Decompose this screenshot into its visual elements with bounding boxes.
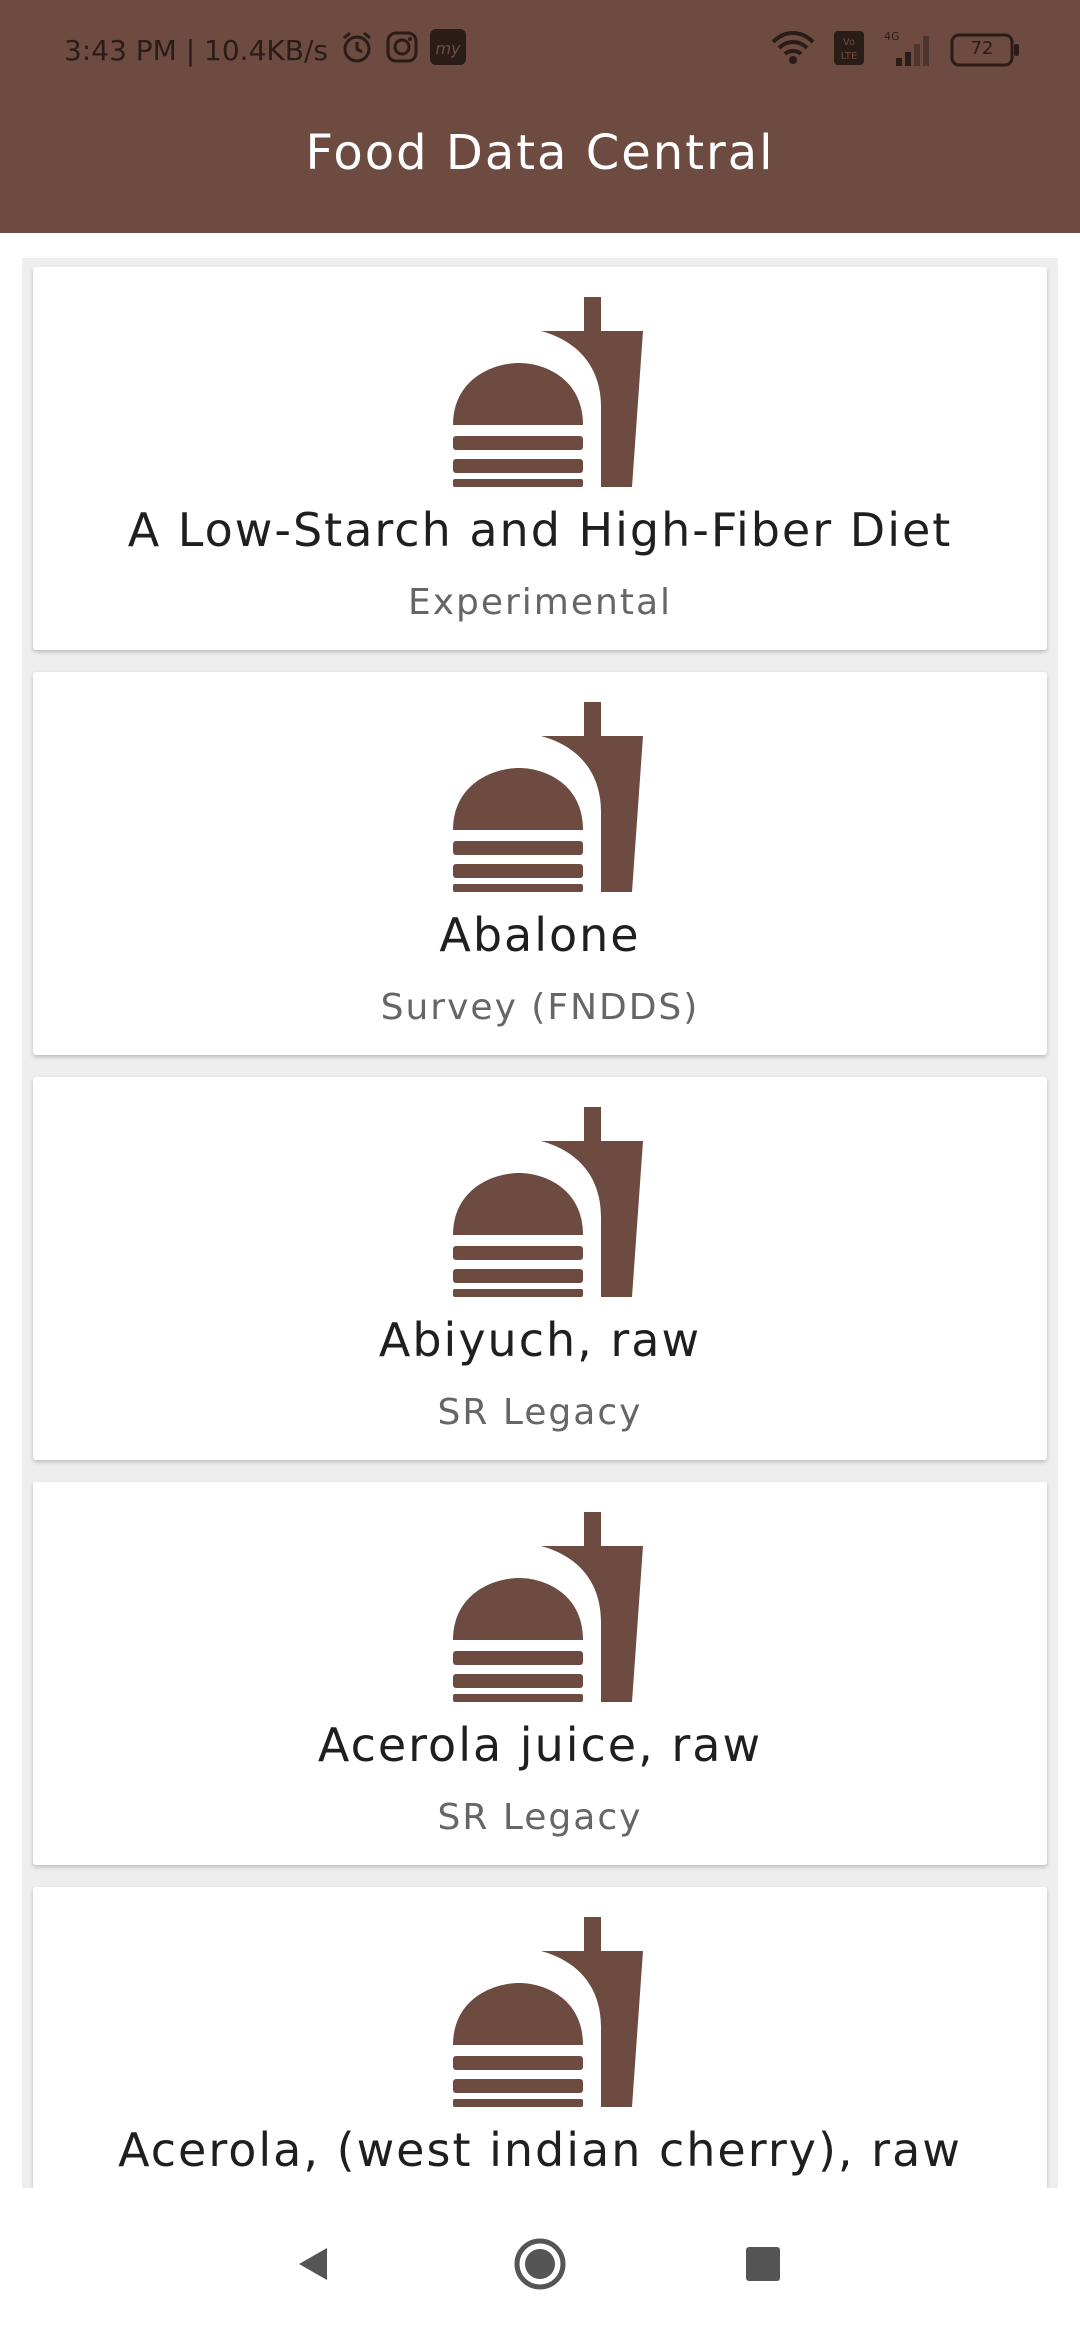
- battery-level: 72: [970, 38, 994, 59]
- food-data-type: SR Legacy: [437, 1797, 643, 1838]
- battery-icon: 72: [950, 33, 1020, 67]
- fastfood-icon: [453, 1512, 653, 1702]
- food-name: Acerola, (west indian cherry), raw: [118, 2123, 962, 2177]
- food-card[interactable]: Acerola, (west indian cherry), raw: [33, 1887, 1047, 2188]
- food-name: Acerola juice, raw: [317, 1718, 763, 1772]
- recents-button[interactable]: [703, 2188, 823, 2340]
- app-notification-icon: my: [430, 28, 466, 72]
- svg-text:my: my: [435, 39, 461, 58]
- food-data-type: Experimental: [407, 582, 673, 623]
- fastfood-icon: [453, 1107, 653, 1297]
- volte-icon: Vo LTE: [834, 31, 864, 69]
- home-icon: [514, 2238, 566, 2290]
- food-name: A Low-Starch and High-Fiber Diet: [127, 503, 953, 557]
- food-data-type: SR Legacy: [437, 1392, 643, 1433]
- fastfood-icon: [453, 297, 653, 487]
- food-list[interactable]: A Low-Starch and High-Fiber Diet Experim…: [22, 258, 1058, 2188]
- wifi-icon: [770, 30, 816, 70]
- food-data-type: Survey (FNDDS): [380, 987, 700, 1028]
- alarm-icon: [340, 30, 374, 71]
- food-card[interactable]: Abalone Survey (FNDDS): [33, 672, 1047, 1055]
- status-time-speed: 3:43 PM | 10.4KB/s: [64, 33, 328, 67]
- fastfood-icon: [453, 702, 653, 892]
- status-left: 3:43 PM | 10.4KB/s my: [64, 28, 466, 72]
- food-card[interactable]: Abiyuch, raw SR Legacy: [33, 1077, 1047, 1460]
- food-name: Abalone: [439, 908, 641, 962]
- signal-icon: 4G: [882, 30, 932, 70]
- food-card[interactable]: A Low-Starch and High-Fiber Diet Experim…: [33, 267, 1047, 650]
- page-title: Food Data Central: [305, 125, 775, 181]
- status-right: Vo LTE 4G 72: [770, 28, 1020, 72]
- svg-text:LTE: LTE: [841, 51, 858, 62]
- status-bar: 3:43 PM | 10.4KB/s my Vo LTE 4G 72: [0, 0, 1080, 100]
- food-name: Abiyuch, raw: [378, 1313, 702, 1367]
- food-card[interactable]: Acerola juice, raw SR Legacy: [33, 1482, 1047, 1865]
- fastfood-icon: [453, 1917, 653, 2107]
- back-icon: [299, 2248, 327, 2280]
- recents-icon: [746, 2247, 780, 2281]
- back-button[interactable]: [253, 2188, 373, 2340]
- instagram-icon: [386, 31, 418, 70]
- svg-text:Vo: Vo: [843, 37, 855, 48]
- app-bar: 3:43 PM | 10.4KB/s my Vo LTE 4G 72 Food …: [0, 0, 1080, 233]
- home-button[interactable]: [480, 2188, 600, 2340]
- system-nav-bar: [0, 2188, 1080, 2340]
